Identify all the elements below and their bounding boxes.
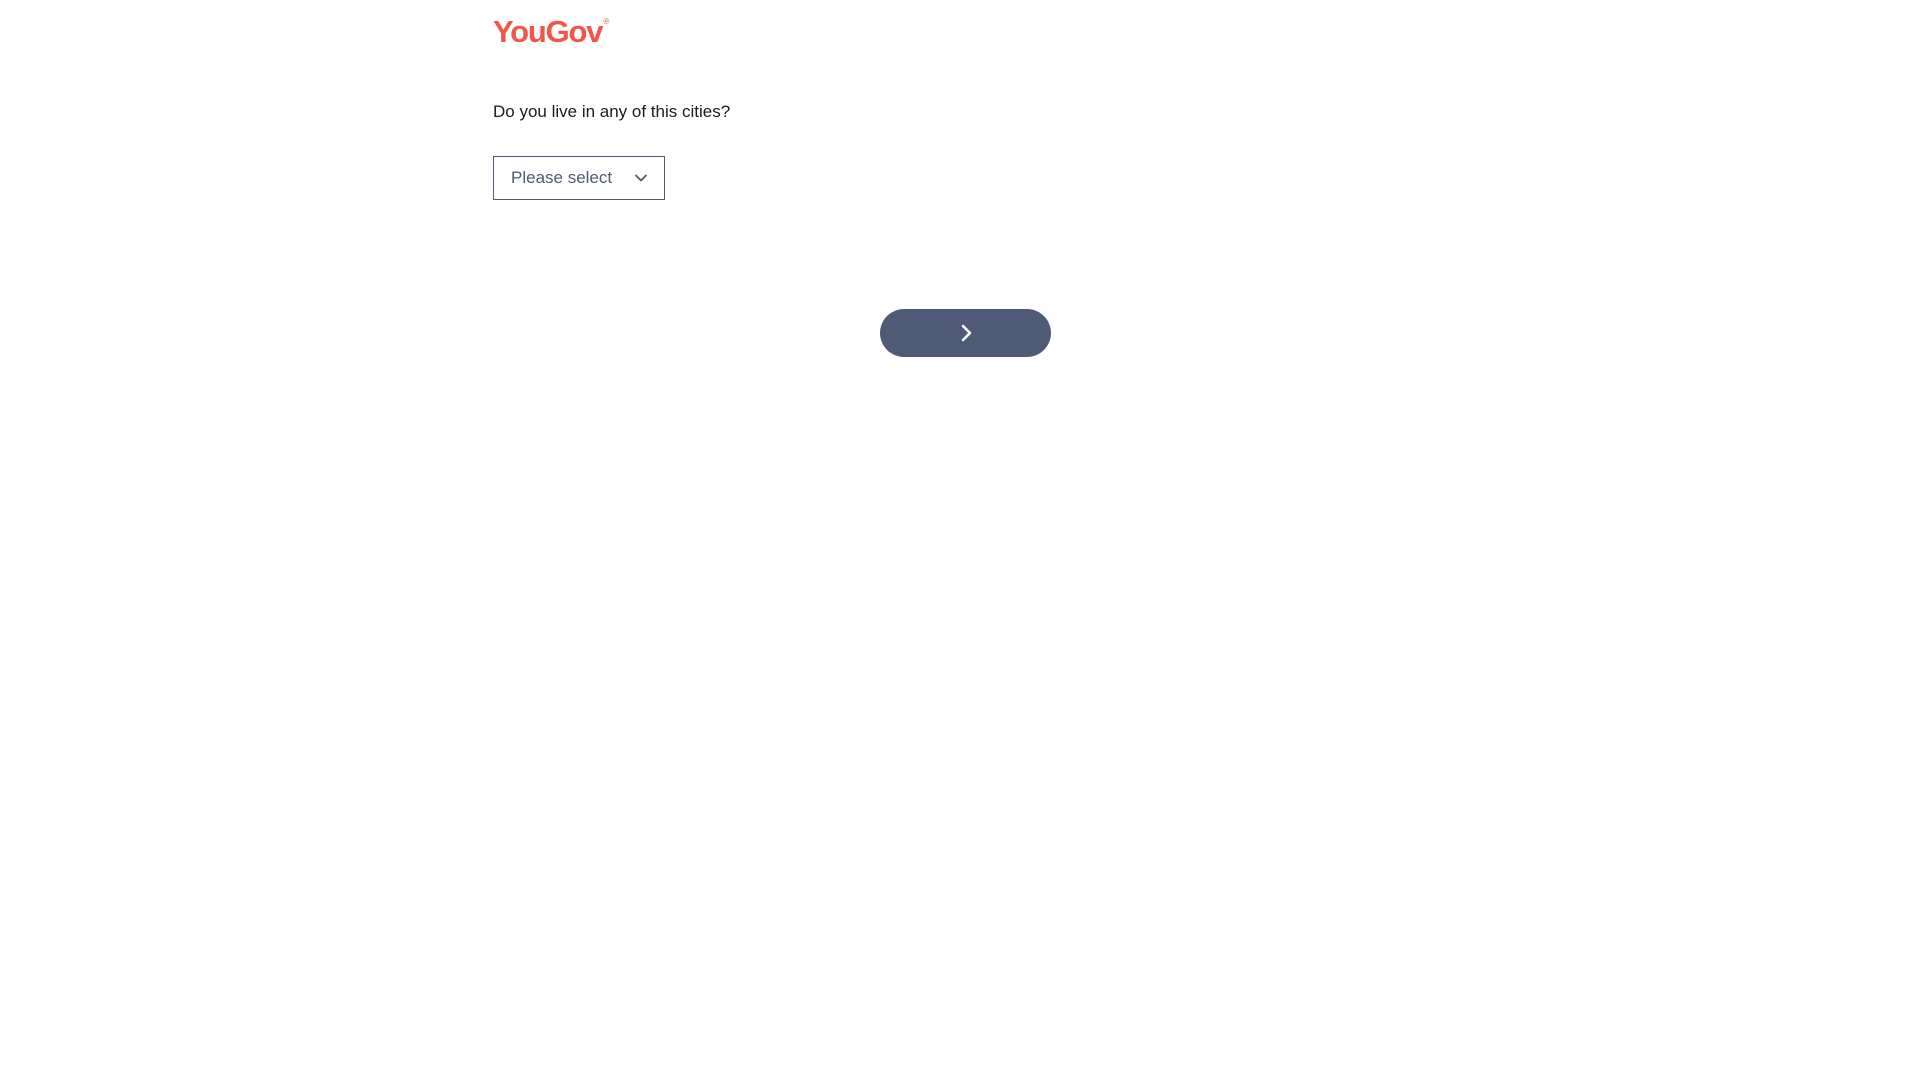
question-text: Do you live in any of this cities?	[493, 102, 731, 121]
yougov-logo: YouGov ®	[493, 16, 609, 47]
chevron-right-icon	[957, 323, 975, 343]
city-select[interactable]: Please select	[493, 156, 665, 200]
logo-text: YouGov	[493, 14, 604, 49]
survey-page: YouGov ® Do you live in any of this citi…	[0, 0, 1920, 1080]
next-button[interactable]	[880, 309, 1051, 357]
registered-mark: ®	[603, 17, 610, 26]
chevron-down-icon	[634, 171, 648, 185]
city-select-placeholder: Please select	[511, 168, 613, 187]
